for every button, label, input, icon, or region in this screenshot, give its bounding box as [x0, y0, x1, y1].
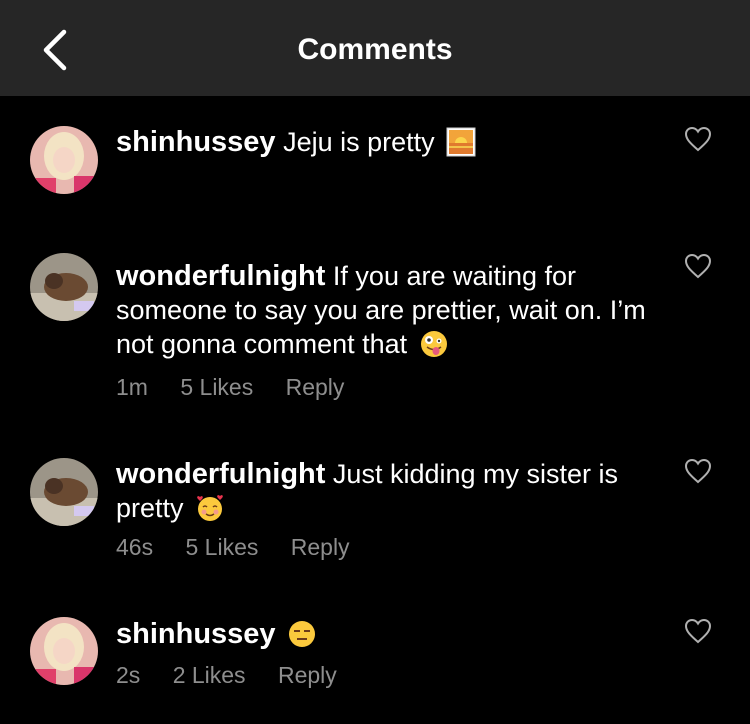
like-heart-button[interactable]	[684, 126, 712, 152]
comment-body: wonderfulnight Just kidding my sister is…	[116, 457, 676, 531]
avatar[interactable]	[30, 253, 98, 321]
reply-button[interactable]: Reply	[291, 534, 350, 560]
comment-meta: 2s 2 Likes Reply	[116, 662, 363, 689]
heart-icon	[684, 458, 712, 484]
reply-button[interactable]: Reply	[278, 662, 337, 688]
comment-body: shinhussey Jeju is pretty	[116, 125, 676, 165]
comment-body: shinhussey	[116, 617, 676, 657]
heart-icon	[684, 253, 712, 279]
avatar[interactable]	[30, 617, 98, 685]
comment-body: wonderfulnight If you are waiting for so…	[116, 259, 676, 367]
like-heart-button[interactable]	[684, 618, 712, 644]
username[interactable]: shinhussey	[116, 618, 276, 650]
header-bar: Comments	[0, 0, 750, 96]
timestamp: 46s	[116, 534, 154, 560]
heart-icon	[684, 618, 712, 644]
avatar[interactable]	[30, 126, 98, 194]
heart-icon	[684, 126, 712, 152]
likes-count[interactable]: 2 Likes	[173, 662, 246, 688]
likes-count[interactable]: 5 Likes	[180, 374, 253, 400]
username[interactable]: wonderfulnight	[116, 458, 325, 490]
smiling-face-with-hearts-emoji	[195, 493, 225, 531]
zany-face-emoji	[419, 329, 449, 367]
like-heart-button[interactable]	[684, 253, 712, 279]
like-heart-button[interactable]	[684, 458, 712, 484]
username[interactable]: shinhussey	[116, 126, 276, 158]
likes-count[interactable]: 5 Likes	[185, 534, 258, 560]
timestamp: 1m	[116, 374, 148, 400]
page-title: Comments	[297, 33, 453, 66]
avatar[interactable]	[30, 458, 98, 526]
comment-meta: 1m 5 Likes Reply	[116, 374, 370, 401]
username[interactable]: wonderfulnight	[116, 260, 325, 292]
expressionless-face-emoji	[287, 619, 317, 657]
timestamp: 2s	[116, 662, 141, 688]
comment-meta: 46s 5 Likes Reply	[116, 534, 376, 561]
sunset-emoji	[446, 127, 476, 165]
reply-button[interactable]: Reply	[286, 374, 345, 400]
comment-text: Jeju is pretty	[283, 127, 435, 157]
